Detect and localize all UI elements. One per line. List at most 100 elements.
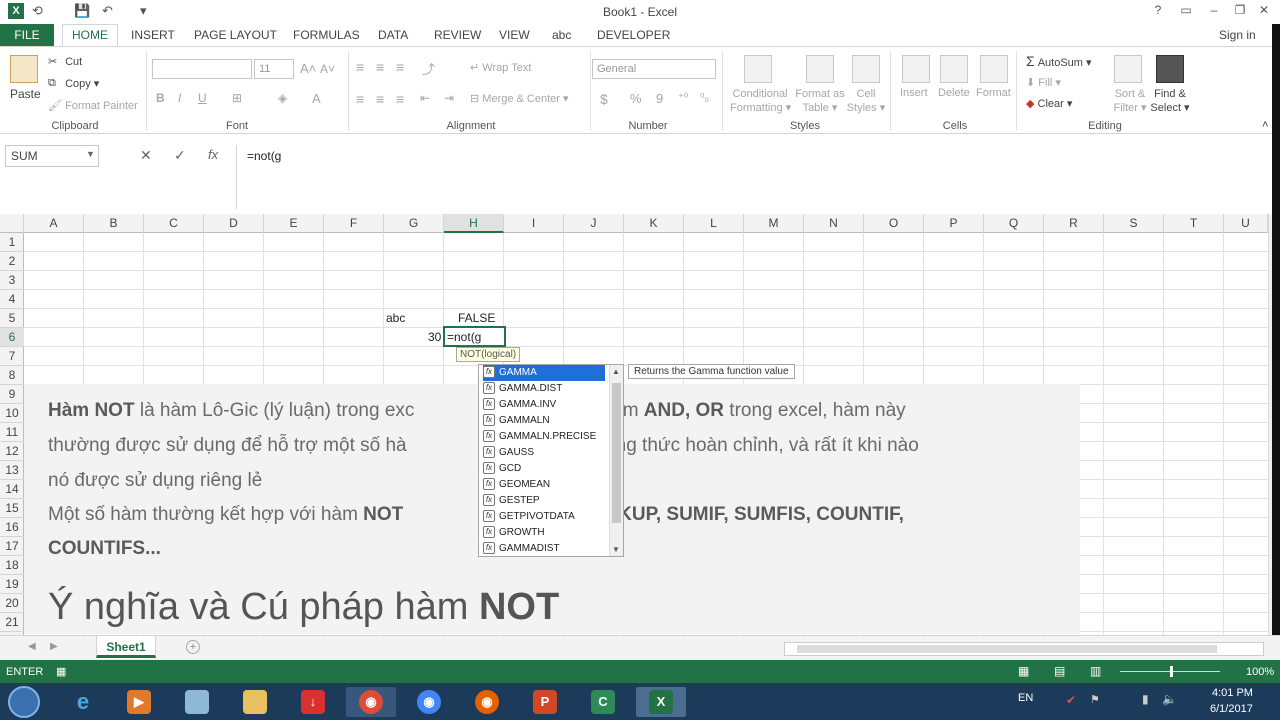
column-header[interactable]: R xyxy=(1044,214,1104,233)
column-header[interactable]: F xyxy=(324,214,384,233)
tab-developer[interactable]: DEVELOPER xyxy=(597,28,670,42)
start-button-icon[interactable] xyxy=(8,686,40,718)
autocomplete-item[interactable]: fx GETPIVOTDATA xyxy=(483,509,605,525)
row-header[interactable]: 5 xyxy=(0,309,24,328)
row-header[interactable]: 15 xyxy=(0,499,24,518)
tab-file[interactable]: FILE xyxy=(0,24,54,46)
column-header[interactable]: S xyxy=(1104,214,1164,233)
prev-sheet-icon[interactable]: ◀ xyxy=(28,641,36,652)
row-header[interactable]: 13 xyxy=(0,461,24,480)
tab-review[interactable]: REVIEW xyxy=(434,28,481,42)
font-color-icon[interactable]: A xyxy=(312,91,321,106)
decrease-indent-icon[interactable]: ⇤ xyxy=(420,91,430,105)
autocomplete-item[interactable]: fx GESTEP xyxy=(483,493,605,509)
paste-button[interactable]: Paste xyxy=(10,87,41,101)
name-box-dropdown-icon[interactable]: ▼ xyxy=(86,149,95,159)
tray-network-icon[interactable]: ▮ xyxy=(1142,692,1149,706)
autocomplete-item[interactable]: fx GAMMALN xyxy=(483,413,605,429)
ribbon-display-icon[interactable]: ▭ xyxy=(1176,3,1196,17)
column-header[interactable]: E xyxy=(264,214,324,233)
number-format-combo[interactable]: General xyxy=(592,59,716,79)
format-as-table-button[interactable]: Format as Table ▾ xyxy=(792,87,848,115)
cell-g6[interactable]: 30 xyxy=(428,330,441,344)
conditional-formatting-icon[interactable] xyxy=(744,55,772,83)
align-center-icon[interactable]: ≡ xyxy=(376,91,384,107)
active-cell-h6[interactable]: =not(g xyxy=(443,326,506,347)
clear-button[interactable]: ◆ Clear ▾ xyxy=(1026,97,1072,110)
increase-decimal-icon[interactable]: ⁺⁰ xyxy=(678,91,688,104)
row-header[interactable]: 14 xyxy=(0,480,24,499)
minimize-icon[interactable]: – xyxy=(1204,3,1224,17)
tab-formulas[interactable]: FORMULAS xyxy=(293,28,360,42)
column-header[interactable]: U xyxy=(1224,214,1268,233)
row-header[interactable]: 1 xyxy=(0,233,24,252)
close-icon[interactable]: ✕ xyxy=(1254,3,1274,17)
normal-view-icon[interactable]: ▦ xyxy=(1018,664,1029,678)
taskbar-ie[interactable]: e xyxy=(58,687,108,717)
row-header-selected[interactable]: 6 xyxy=(0,328,24,347)
clock-date[interactable]: 6/1/2017 xyxy=(1210,703,1253,715)
taskbar-powerpoint[interactable]: P xyxy=(520,687,570,717)
format-cells-button[interactable]: Format xyxy=(976,87,1011,99)
scroll-down-icon[interactable]: ▼ xyxy=(612,545,620,554)
fill-color-icon[interactable]: ◈ xyxy=(278,91,287,105)
column-header[interactable]: T xyxy=(1164,214,1224,233)
tab-view[interactable]: VIEW xyxy=(499,28,530,42)
column-header[interactable]: I xyxy=(504,214,564,233)
autocomplete-item[interactable]: fx GAMMALN.PRECISE xyxy=(483,429,605,445)
taskbar-camtasia[interactable]: C xyxy=(578,687,628,717)
column-header[interactable]: D xyxy=(204,214,264,233)
autosum-button[interactable]: Σ AutoSum ▾ xyxy=(1026,53,1092,69)
column-header[interactable]: M xyxy=(744,214,804,233)
format-painter-button[interactable]: 🖌 Format Painter xyxy=(48,99,138,113)
insert-function-button[interactable]: fx xyxy=(208,147,218,162)
scroll-up-icon[interactable]: ▲ xyxy=(612,367,620,376)
row-header[interactable]: 7 xyxy=(0,347,24,366)
tray-flag-icon[interactable]: ⚑ xyxy=(1090,693,1100,706)
align-left-icon[interactable]: ≡ xyxy=(356,91,364,107)
row-header[interactable]: 2 xyxy=(0,252,24,271)
page-layout-view-icon[interactable]: ▤ xyxy=(1054,664,1065,678)
cell-styles-button[interactable]: Cell Styles ▾ xyxy=(846,87,886,115)
formula-input[interactable]: =not(g xyxy=(236,145,1276,209)
macro-record-icon[interactable]: ▦ xyxy=(56,665,66,678)
align-right-icon[interactable]: ≡ xyxy=(396,91,404,107)
italic-button[interactable]: I xyxy=(178,91,181,105)
autocomplete-item[interactable]: fx GAUSS xyxy=(483,445,605,461)
insert-cells-icon[interactable] xyxy=(902,55,930,83)
fill-button[interactable]: ⬇ Fill ▾ xyxy=(1026,76,1061,89)
cut-button[interactable]: ✂ Cut xyxy=(48,55,82,69)
scroll-thumb[interactable] xyxy=(612,383,621,523)
decrease-decimal-icon[interactable]: ⁰₀ xyxy=(700,91,709,104)
delete-cells-icon[interactable] xyxy=(940,55,968,83)
tab-abc[interactable]: abc xyxy=(552,28,571,42)
cell-h5[interactable]: FALSE xyxy=(458,311,495,325)
currency-button[interactable]: $ xyxy=(600,91,608,107)
bottom-align-icon[interactable]: ≡ xyxy=(396,59,404,75)
column-header[interactable]: G xyxy=(384,214,444,233)
name-box[interactable]: SUM xyxy=(5,145,99,167)
bold-button[interactable]: B xyxy=(156,91,165,105)
autocomplete-scrollbar[interactable]: ▲ ▼ xyxy=(609,365,623,556)
taskbar-downloader[interactable]: ↓ xyxy=(288,687,338,717)
binoculars-icon[interactable] xyxy=(1156,55,1184,83)
borders-icon[interactable]: ⊞ xyxy=(232,91,242,105)
percent-button[interactable]: % xyxy=(630,91,642,106)
format-as-table-icon[interactable] xyxy=(806,55,834,83)
tab-page-layout[interactable]: PAGE LAYOUT xyxy=(194,28,277,42)
autocomplete-item[interactable]: fx GROWTH xyxy=(483,525,605,541)
column-header[interactable]: N xyxy=(804,214,864,233)
horizontal-scrollbar[interactable] xyxy=(784,642,1264,656)
row-header[interactable]: 9 xyxy=(0,385,24,404)
taskbar-media[interactable]: ▶ xyxy=(114,687,164,717)
find-select-button[interactable]: Find & Select ▾ xyxy=(1148,87,1192,115)
merge-center-button[interactable]: ⊟ Merge & Center ▾ xyxy=(470,92,569,105)
copy-button[interactable]: ⧉ Copy ▾ xyxy=(48,77,99,91)
clock-time[interactable]: 4:01 PM xyxy=(1212,687,1253,699)
autocomplete-item[interactable]: fx GCD xyxy=(483,461,605,477)
format-cells-icon[interactable] xyxy=(980,55,1008,83)
autocomplete-item[interactable]: fx GAMMA.INV xyxy=(483,397,605,413)
column-header[interactable]: P xyxy=(924,214,984,233)
wrap-text-button[interactable]: ↵ Wrap Text xyxy=(470,61,531,74)
tab-insert[interactable]: INSERT xyxy=(131,28,175,42)
